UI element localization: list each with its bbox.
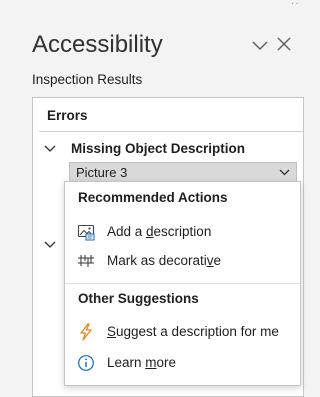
menu-item-label: Learn more	[107, 355, 177, 370]
suggest-description-menu-item[interactable]: Suggest a description for me	[65, 319, 300, 345]
object-name: Picture 3	[76, 165, 128, 180]
context-menu: Recommended Actions Add a description Ma…	[64, 181, 301, 386]
recommended-actions-header: Recommended Actions	[78, 190, 228, 205]
divider	[65, 283, 300, 284]
chevron-down-icon[interactable]	[279, 169, 290, 176]
accessibility-pane: ·· Accessibility Inspection Results Erro…	[0, 0, 305, 397]
menu-item-label: Add a description	[107, 224, 212, 239]
add-description-menu-item[interactable]: Add a description	[65, 219, 300, 245]
chevron-down-icon[interactable]	[252, 39, 268, 51]
chevron-down-icon[interactable]	[44, 241, 56, 249]
image-description-icon	[77, 224, 95, 241]
info-icon	[78, 355, 94, 371]
more-options-icon[interactable]: ··	[291, 0, 300, 9]
mark-as-decorative-menu-item[interactable]: Mark as decorative	[65, 248, 300, 274]
chevron-down-icon[interactable]	[44, 145, 56, 153]
divider	[39, 131, 303, 132]
other-suggestions-header: Other Suggestions	[78, 291, 199, 306]
learn-more-menu-item[interactable]: Learn more	[65, 350, 300, 376]
close-icon[interactable]	[276, 36, 292, 52]
menu-item-label: Suggest a description for me	[107, 324, 279, 339]
decorative-icon	[78, 255, 94, 267]
inspection-results-label: Inspection Results	[32, 72, 143, 87]
errors-header: Errors	[47, 108, 88, 123]
pane-title: Accessibility	[32, 31, 163, 58]
issue-category[interactable]: Missing Object Description	[71, 141, 245, 156]
lightning-icon	[80, 323, 92, 341]
object-dropdown[interactable]: Picture 3	[69, 162, 297, 182]
menu-item-label: Mark as decorative	[107, 253, 222, 268]
